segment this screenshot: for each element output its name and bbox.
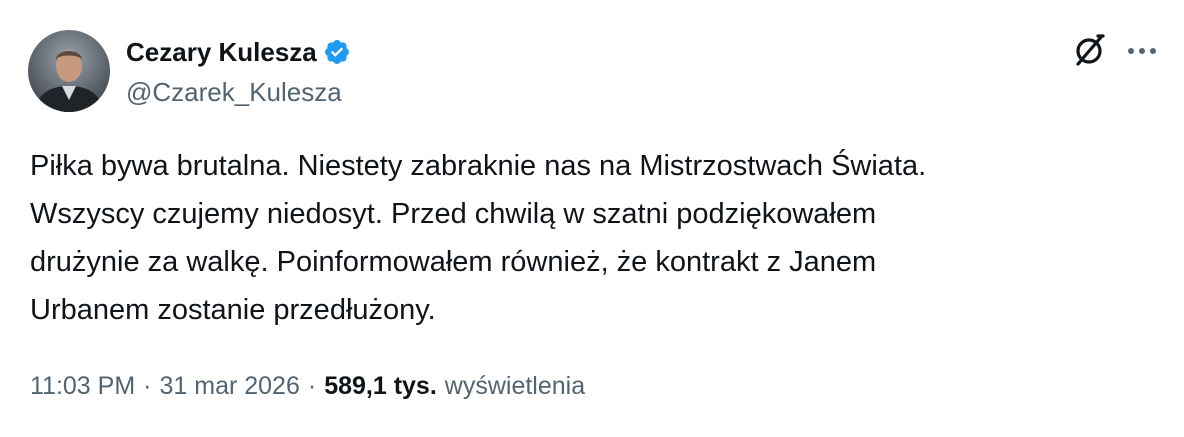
- verified-badge-icon[interactable]: [323, 38, 351, 66]
- author-display-name[interactable]: Cezary Kulesza: [126, 34, 317, 70]
- tweet-text: Piłka bywa brutalna. Niestety zabraknie …: [30, 150, 927, 326]
- author-handle[interactable]: @Czarek_Kulesza: [126, 74, 342, 110]
- grok-button[interactable]: [1068, 30, 1112, 74]
- views-count[interactable]: 589,1 tys.: [324, 364, 437, 408]
- meta-separator: ·: [143, 372, 152, 400]
- tweet-card: Cezary Kulesza @Czarek_Kulesza Piłka byw…: [0, 0, 1184, 437]
- author-name-row: Cezary Kulesza: [126, 34, 351, 70]
- grok-icon: [1072, 32, 1108, 73]
- tweet-metadata: 11:03 PM · 31 mar 2026 · 589,1 tys. wyśw…: [30, 364, 585, 408]
- more-options-button[interactable]: [1120, 30, 1164, 74]
- more-options-icon: [1126, 43, 1158, 61]
- meta-separator: ·: [307, 372, 317, 400]
- tweet-date[interactable]: 31 mar 2026: [159, 364, 299, 408]
- avatar[interactable]: [28, 30, 110, 112]
- views-label: wyświetlenia: [444, 372, 586, 400]
- tweet-time[interactable]: 11:03 PM: [30, 364, 135, 408]
